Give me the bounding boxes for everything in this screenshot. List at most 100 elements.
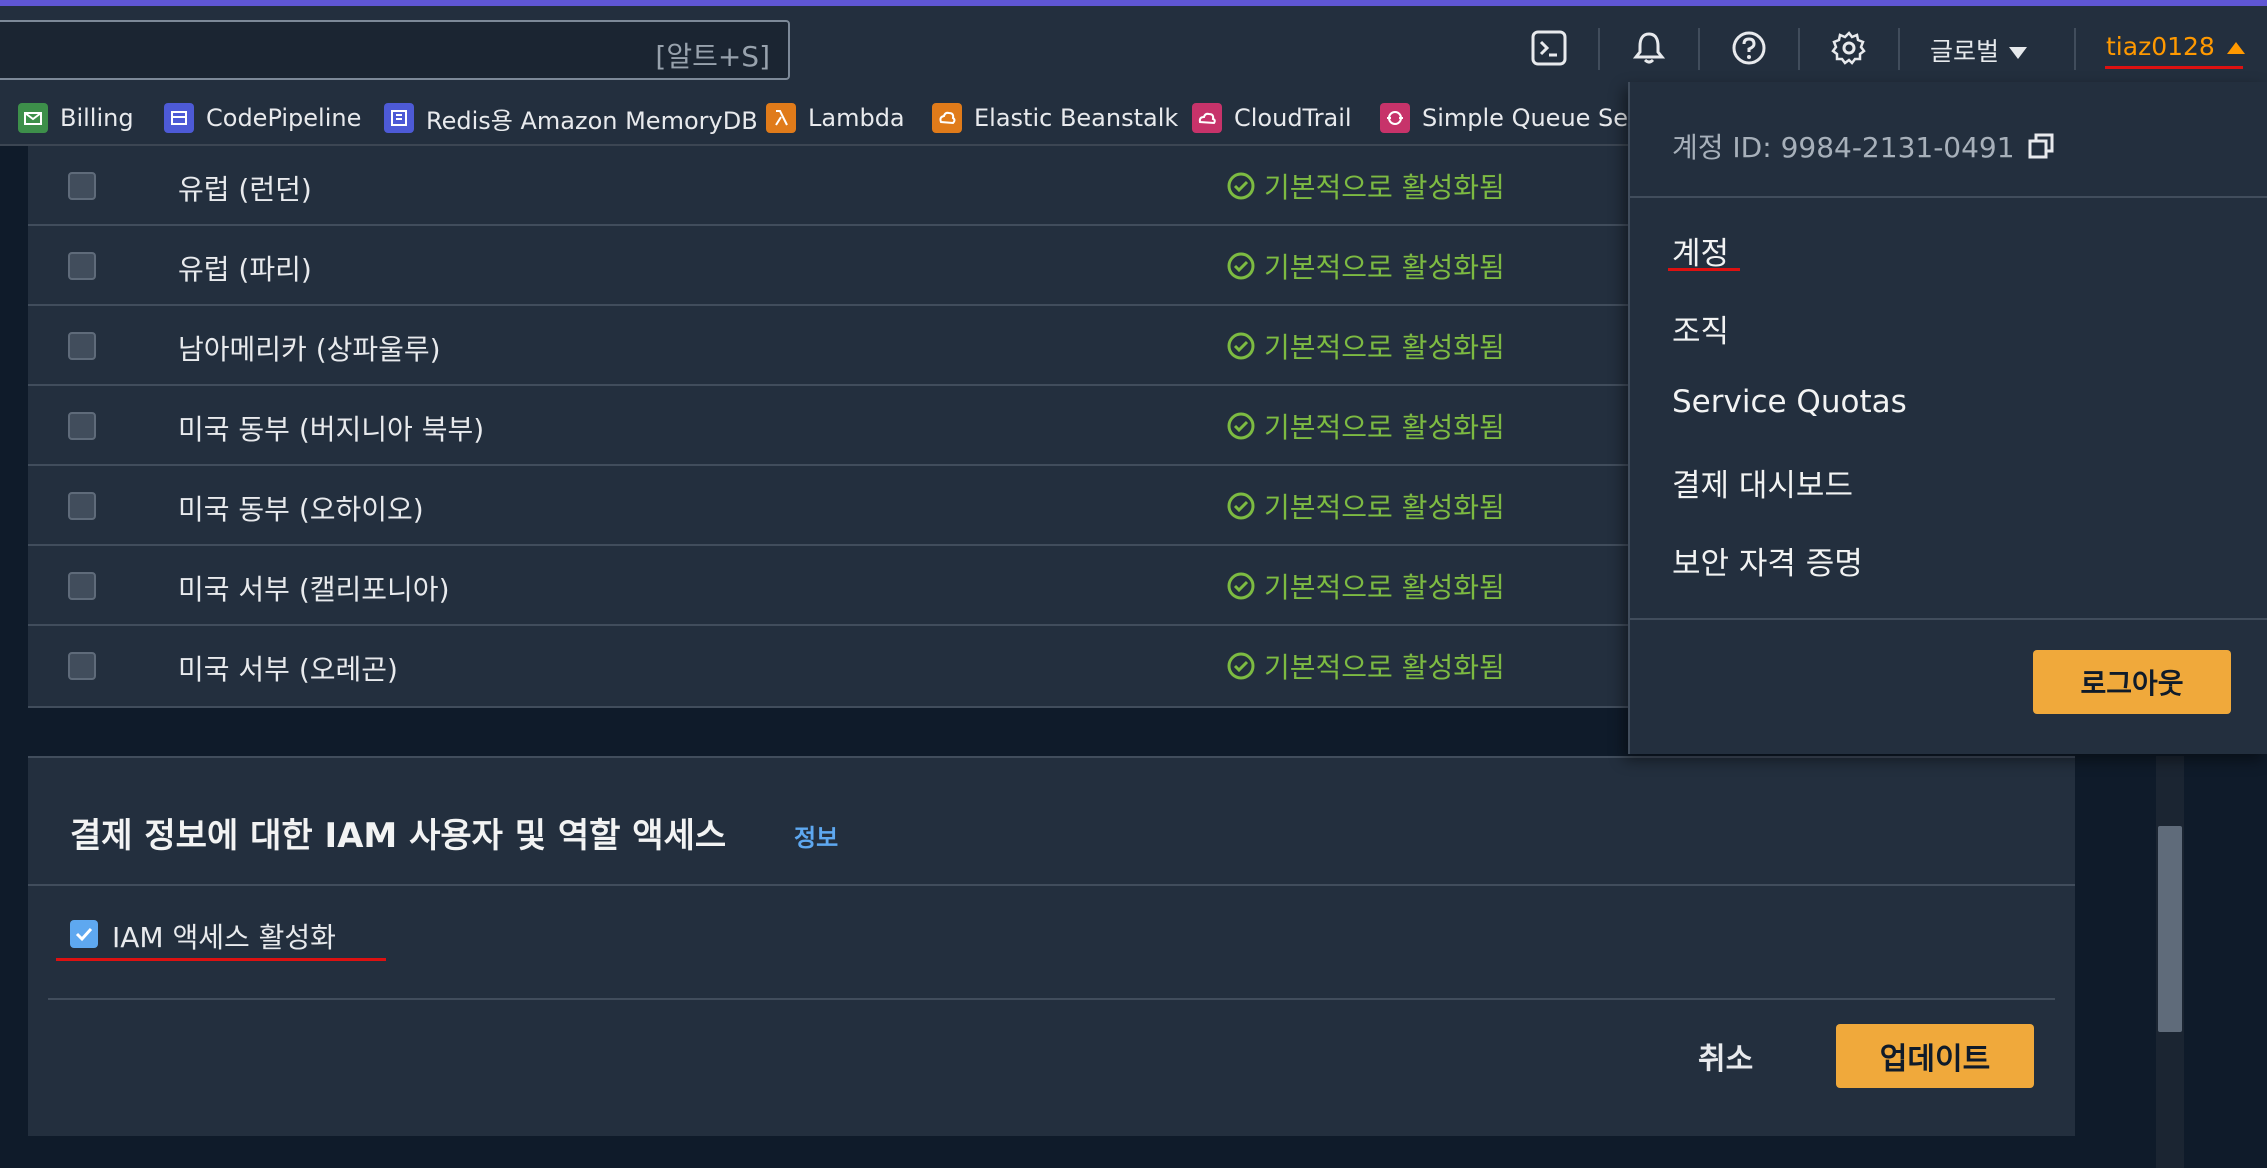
- row-checkbox[interactable]: [68, 652, 96, 680]
- check-circle-icon: [1227, 172, 1255, 200]
- favorite-billing[interactable]: Billing: [18, 100, 134, 136]
- menu-item-service-quotas[interactable]: Service Quotas: [1672, 384, 1907, 420]
- region-name: 미국 서부 (오레곤): [178, 653, 398, 686]
- region-name: 유럽 (런던): [178, 173, 312, 206]
- scrollbar-thumb[interactable]: [2158, 826, 2182, 1032]
- region-status: 기본적으로 활성화됨: [1226, 486, 1505, 526]
- region-name: 미국 동부 (버지니아 북부): [178, 413, 485, 446]
- favorite-elastic-beanstalk[interactable]: Elastic Beanstalk: [932, 100, 1178, 136]
- cloudtrail-icon: [1192, 103, 1222, 133]
- favorite-sqs[interactable]: Simple Queue Serv: [1380, 100, 1652, 136]
- annotation-underline: [56, 958, 386, 961]
- favorite-memorydb[interactable]: Redis용 Amazon MemoryDB: [384, 100, 758, 136]
- favorite-label: Simple Queue Serv: [1422, 104, 1653, 132]
- account-id-text: 계정 ID: 9984-2131-0491: [1672, 131, 2015, 164]
- menu-item-organization[interactable]: 조직: [1672, 306, 1729, 351]
- menu-item-billing-dashboard[interactable]: 결제 대시보드: [1672, 460, 1853, 505]
- status-text: 기본적으로 활성화됨: [1264, 411, 1505, 444]
- favorite-label: Lambda: [808, 104, 905, 132]
- annotation-underline: [2105, 66, 2243, 69]
- region-name: 미국 동부 (오하이오): [178, 493, 424, 526]
- region-status: 기본적으로 활성화됨: [1226, 646, 1505, 686]
- menu-item-security-credentials[interactable]: 보안 자격 증명: [1672, 538, 1863, 583]
- region-status: 기본적으로 활성화됨: [1226, 246, 1505, 286]
- region-status: 기본적으로 활성화됨: [1226, 566, 1505, 606]
- favorite-label: CloudTrail: [1234, 104, 1352, 132]
- divider: [28, 884, 2075, 886]
- nav-divider: [2074, 28, 2076, 70]
- check-circle-icon: [1227, 412, 1255, 440]
- annotation-underline: [1668, 268, 1740, 271]
- info-link[interactable]: 정보: [794, 818, 838, 853]
- chevron-down-icon: [2009, 47, 2028, 59]
- search-shortcut-hint: [알트+S]: [655, 40, 770, 73]
- region-label: 글로벌: [1930, 37, 2000, 66]
- divider: [48, 998, 2055, 1000]
- status-text: 기본적으로 활성화됨: [1264, 491, 1505, 524]
- row-checkbox[interactable]: [68, 492, 96, 520]
- region-name: 유럽 (파리): [178, 253, 312, 286]
- nav-divider: [1598, 28, 1600, 70]
- check-circle-icon: [1227, 652, 1255, 680]
- favorite-label: CodePipeline: [206, 104, 362, 132]
- search-input[interactable]: [알트+S]: [0, 20, 790, 80]
- codepipeline-icon: [164, 103, 194, 133]
- favorite-label: Redis용 Amazon MemoryDB: [426, 106, 758, 135]
- nav-divider: [1698, 28, 1700, 70]
- copy-icon[interactable]: [2027, 132, 2055, 160]
- account-menu-button[interactable]: tiaz0128: [2106, 32, 2245, 61]
- region-status: 기본적으로 활성화됨: [1226, 406, 1505, 446]
- check-circle-icon: [1227, 332, 1255, 360]
- menu-item-account[interactable]: 계정: [1672, 228, 1729, 273]
- row-checkbox[interactable]: [68, 572, 96, 600]
- divider: [1630, 196, 2267, 198]
- favorite-cloudtrail[interactable]: CloudTrail: [1192, 100, 1352, 136]
- region-selector[interactable]: 글로벌: [1930, 32, 2028, 68]
- check-circle-icon: [1227, 252, 1255, 280]
- nav-divider: [1898, 28, 1900, 70]
- cancel-button[interactable]: 취소: [1698, 1034, 1753, 1078]
- memorydb-icon: [384, 103, 414, 133]
- iam-access-checkbox[interactable]: [70, 920, 98, 948]
- favorite-label: Elastic Beanstalk: [974, 104, 1179, 132]
- iam-access-panel: 결제 정보에 대한 IAM 사용자 및 역할 액세스 정보 IAM 액세스 활성…: [28, 756, 2075, 1136]
- nav-divider: [1798, 28, 1800, 70]
- checkmark-icon: [75, 927, 93, 942]
- row-checkbox[interactable]: [68, 412, 96, 440]
- divider: [1630, 618, 2267, 620]
- region-name: 남아메리카 (상파울루): [178, 333, 441, 366]
- status-text: 기본적으로 활성화됨: [1264, 651, 1505, 684]
- status-text: 기본적으로 활성화됨: [1264, 251, 1505, 284]
- region-status: 기본적으로 활성화됨: [1226, 166, 1505, 206]
- row-checkbox[interactable]: [68, 332, 96, 360]
- row-checkbox[interactable]: [68, 172, 96, 200]
- billing-icon: [18, 103, 48, 133]
- check-circle-icon: [1227, 572, 1255, 600]
- notifications-bell-icon[interactable]: [1627, 26, 1671, 70]
- lambda-icon: [766, 103, 796, 133]
- status-text: 기본적으로 활성화됨: [1264, 171, 1505, 204]
- favorite-lambda[interactable]: Lambda: [766, 100, 905, 136]
- help-icon[interactable]: [1727, 26, 1771, 70]
- panel-title: 결제 정보에 대한 IAM 사용자 및 역할 액세스: [70, 816, 727, 856]
- row-checkbox[interactable]: [68, 252, 96, 280]
- iam-access-label[interactable]: IAM 액세스 활성화: [112, 916, 336, 956]
- region-name: 미국 서부 (캘리포니아): [178, 573, 450, 606]
- status-text: 기본적으로 활성화됨: [1264, 331, 1505, 364]
- sqs-icon: [1380, 103, 1410, 133]
- region-status: 기본적으로 활성화됨: [1226, 326, 1505, 366]
- update-button[interactable]: 업데이트: [1836, 1024, 2034, 1088]
- elastic-beanstalk-icon: [932, 103, 962, 133]
- settings-gear-icon[interactable]: [1827, 26, 1871, 70]
- cloudshell-icon[interactable]: [1527, 26, 1571, 70]
- username-label: tiaz0128: [2106, 32, 2215, 61]
- favorite-codepipeline[interactable]: CodePipeline: [164, 100, 361, 136]
- caret-up-icon: [2226, 42, 2245, 54]
- favorite-label: Billing: [60, 104, 134, 132]
- account-dropdown-menu: 계정 ID: 9984-2131-0491 계정 조직 Service Quot…: [1628, 82, 2267, 754]
- top-navigation-bar: [알트+S] 글로벌 tiaz0128: [0, 0, 2267, 90]
- account-id: 계정 ID: 9984-2131-0491: [1672, 126, 2055, 166]
- status-text: 기본적으로 활성화됨: [1264, 571, 1505, 604]
- check-circle-icon: [1227, 492, 1255, 520]
- logout-button[interactable]: 로그아웃: [2033, 650, 2231, 714]
